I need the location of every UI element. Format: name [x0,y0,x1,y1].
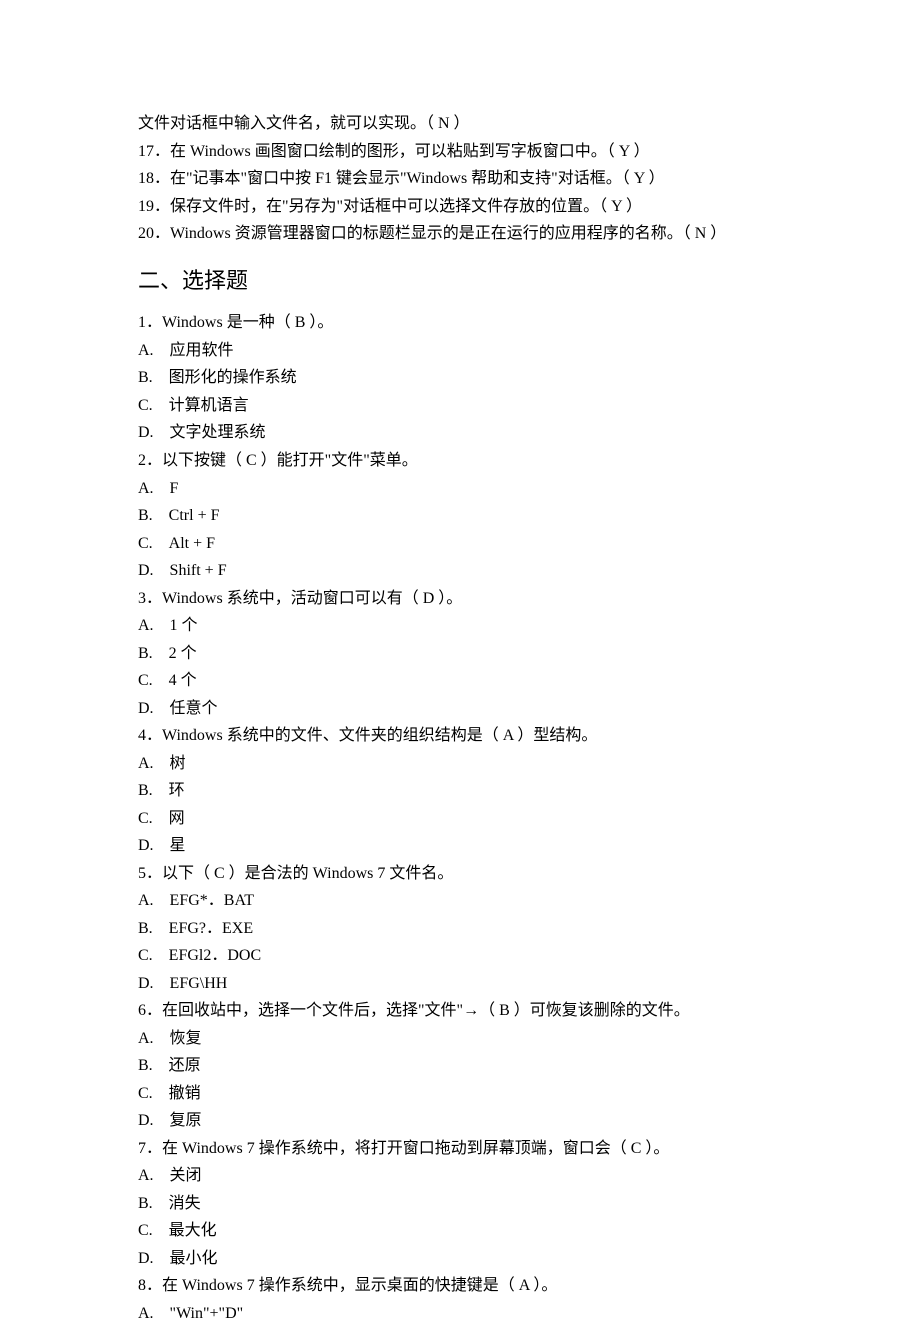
mc-option: A. 恢复 [138,1025,782,1053]
mc-option: C. 撤销 [138,1080,782,1108]
mc-stem: 6．在回收站中，选择一个文件后，选择"文件"→（ B ）可恢复该删除的文件。 [138,997,782,1025]
mc-option: A. "Win"+"D" [138,1300,782,1327]
mc-option: B. Ctrl + F [138,502,782,530]
mc-option: C. 4 个 [138,667,782,695]
mc-stem: 2．以下按键（ C ）能打开"文件"菜单。 [138,447,782,475]
multiple-choice-block: 1．Windows 是一种（ B ）。 A. 应用软件 B. 图形化的操作系统 … [138,309,782,1327]
mc-option: D. Shift + F [138,557,782,585]
mc-option: B. 环 [138,777,782,805]
mc-option: A. EFG*．BAT [138,887,782,915]
mc-option: B. 图形化的操作系统 [138,364,782,392]
mc-option: C. 网 [138,805,782,833]
mc-option: C. EFGl2．DOC [138,942,782,970]
mc-option: D. 文字处理系统 [138,419,782,447]
mc-stem: 5．以下（ C ）是合法的 Windows 7 文件名。 [138,860,782,888]
mc-option: C. 最大化 [138,1217,782,1245]
tf-item: 文件对话框中输入文件名，就可以实现。（ N ） [138,110,782,138]
tf-item: 19．保存文件时，在"另存为"对话框中可以选择文件存放的位置。（ Y ） [138,193,782,221]
mc-stem: 8．在 Windows 7 操作系统中，显示桌面的快捷键是（ A ）。 [138,1272,782,1300]
mc-option: C. 计算机语言 [138,392,782,420]
mc-option: B. 还原 [138,1052,782,1080]
mc-option: D. EFG\HH [138,970,782,998]
mc-stem: 1．Windows 是一种（ B ）。 [138,309,782,337]
mc-stem: 4．Windows 系统中的文件、文件夹的组织结构是（ A ）型结构。 [138,722,782,750]
tf-item: 18．在"记事本"窗口中按 F1 键会显示"Windows 帮助和支持"对话框。… [138,165,782,193]
mc-option: D. 任意个 [138,695,782,723]
mc-stem: 3．Windows 系统中，活动窗口可以有（ D ）。 [138,585,782,613]
mc-option: A. 关闭 [138,1162,782,1190]
mc-option: D. 星 [138,832,782,860]
section-heading: 二、选择题 [138,262,782,300]
tf-item: 20．Windows 资源管理器窗口的标题栏显示的是正在运行的应用程序的名称。（… [138,220,782,248]
mc-stem: 7．在 Windows 7 操作系统中，将打开窗口拖动到屏幕顶端，窗口会（ C … [138,1135,782,1163]
mc-option: B. EFG?．EXE [138,915,782,943]
mc-option: B. 2 个 [138,640,782,668]
mc-option: A. 树 [138,750,782,778]
mc-option: B. 消失 [138,1190,782,1218]
mc-option: A. 应用软件 [138,337,782,365]
true-false-block: 文件对话框中输入文件名，就可以实现。（ N ） 17．在 Windows 画图窗… [138,110,782,248]
mc-option: A. 1 个 [138,612,782,640]
mc-option: A. F [138,475,782,503]
mc-option: C. Alt + F [138,530,782,558]
tf-item: 17．在 Windows 画图窗口绘制的图形，可以粘贴到写字板窗口中。（ Y ） [138,138,782,166]
mc-option: D. 最小化 [138,1245,782,1273]
mc-option: D. 复原 [138,1107,782,1135]
